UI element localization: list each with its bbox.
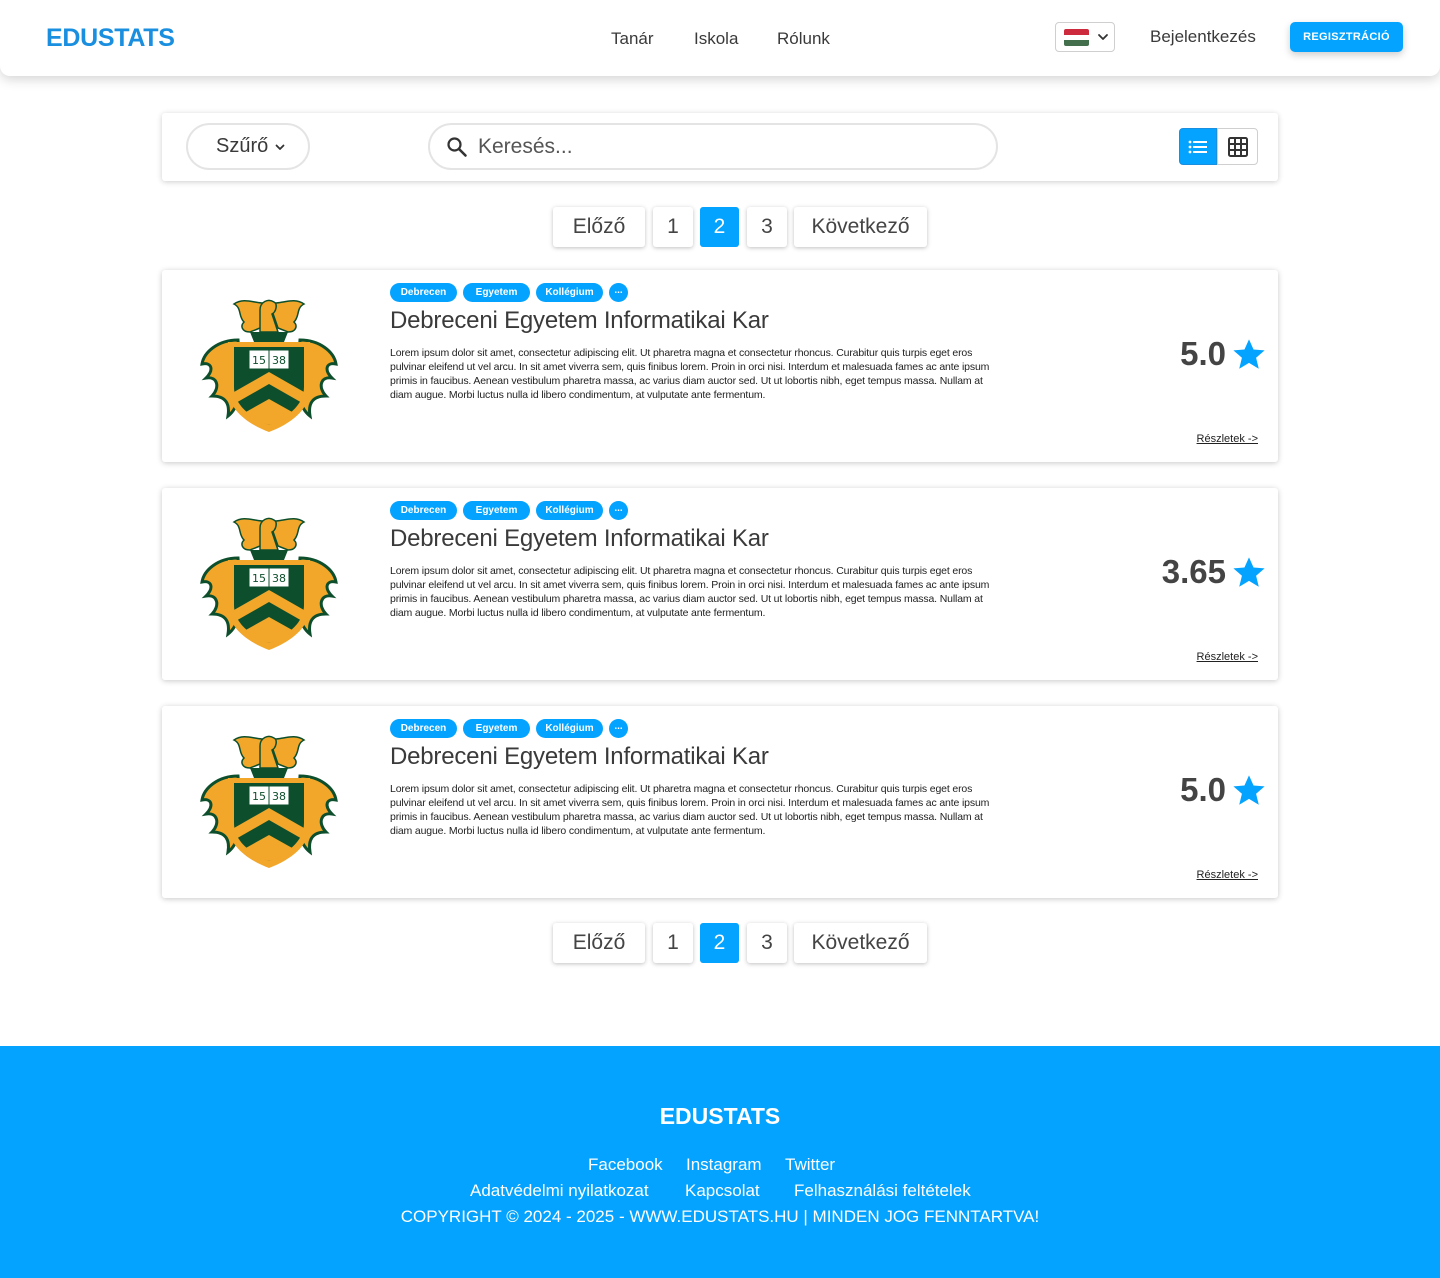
card-title[interactable]: Debreceni Egyetem Informatikai Kar: [390, 307, 769, 335]
register-button[interactable]: REGISZTRÁCIÓ: [1290, 22, 1403, 52]
university-crest-logo: [200, 734, 338, 870]
search-icon: [447, 137, 467, 157]
footer-link-terms[interactable]: Felhasználási feltételek: [794, 1181, 971, 1201]
rating-value: 3.65: [1161, 553, 1226, 590]
tag-badge[interactable]: Kollégium: [536, 501, 603, 520]
tag-badge[interactable]: Debrecen: [390, 501, 457, 520]
pagination-page-2[interactable]: 2: [700, 207, 739, 247]
list-icon: [1188, 140, 1207, 153]
tag-badge[interactable]: Egyetem: [463, 501, 530, 520]
pagination-prev-button[interactable]: Előző: [553, 207, 645, 247]
card-description: Lorem ipsum dolor sit amet, consectetur …: [390, 783, 990, 837]
card-description: Lorem ipsum dolor sit amet, consectetur …: [390, 565, 990, 619]
site-logo[interactable]: EDUSTATS: [46, 24, 175, 53]
pagination-next-button[interactable]: Következő: [794, 923, 927, 963]
pagination-top: Előző 1 2 3 Következő: [0, 207, 1440, 247]
school-card[interactable]: Debrecen Egyetem Kollégium ... Debreceni…: [162, 270, 1278, 462]
language-selector[interactable]: [1055, 22, 1115, 52]
nav-link-about[interactable]: Rólunk: [777, 29, 830, 49]
nav-link-school[interactable]: Iskola: [694, 29, 738, 49]
tag-badge[interactable]: Debrecen: [390, 283, 457, 302]
university-crest-logo: [200, 298, 338, 434]
pagination-page-3[interactable]: 3: [747, 923, 787, 963]
grid-icon: [1227, 136, 1248, 157]
filter-label: Szűrő: [216, 135, 269, 157]
more-tags-badge[interactable]: ...: [609, 501, 628, 520]
pagination-bottom: Előző 1 2 3 Következő: [0, 923, 1440, 963]
nav-link-teacher[interactable]: Tanár: [611, 29, 654, 49]
footer-link-twitter[interactable]: Twitter: [785, 1155, 835, 1175]
pagination-prev-button[interactable]: Előző: [553, 923, 645, 963]
search-box: [428, 123, 998, 170]
grid-view-button[interactable]: [1217, 128, 1258, 165]
pagination-page-1[interactable]: 1: [653, 207, 693, 247]
footer-link-privacy[interactable]: Adatvédelmi nyilatkozat: [470, 1181, 649, 1201]
rating: 5.0: [1180, 771, 1266, 808]
details-link[interactable]: Részletek ->: [1197, 433, 1258, 445]
pagination-next-button[interactable]: Következő: [794, 207, 927, 247]
chevron-down-icon: [275, 144, 285, 150]
copyright-text: COPYRIGHT © 2024 - 2025 - WWW.EDUSTATS.H…: [400, 1207, 1040, 1226]
school-card[interactable]: Debrecen Egyetem Kollégium ... Debreceni…: [162, 706, 1278, 898]
hungary-flag-icon: [1064, 29, 1089, 46]
search-toolbar: Szűrő: [162, 113, 1278, 181]
footer-link-facebook[interactable]: Facebook: [588, 1155, 663, 1175]
footer-link-contact[interactable]: Kapcsolat: [685, 1181, 760, 1201]
rating: 3.65: [1161, 553, 1266, 590]
rating-value: 5.0: [1180, 771, 1226, 808]
filter-dropdown[interactable]: Szűrő: [186, 123, 310, 170]
card-description: Lorem ipsum dolor sit amet, consectetur …: [390, 347, 990, 401]
star-icon: [1233, 556, 1265, 587]
chevron-down-icon: [1098, 34, 1108, 40]
pagination-page-1[interactable]: 1: [653, 923, 693, 963]
star-icon: [1233, 774, 1265, 805]
details-link[interactable]: Részletek ->: [1197, 651, 1258, 663]
card-title[interactable]: Debreceni Egyetem Informatikai Kar: [390, 743, 769, 771]
rating-value: 5.0: [1180, 335, 1226, 372]
more-tags-badge[interactable]: ...: [609, 283, 628, 302]
star-icon: [1233, 338, 1265, 369]
footer: EDUSTATS Facebook Instagram Twitter Adat…: [0, 1046, 1440, 1278]
top-navbar: EDUSTATS Tanár Iskola Rólunk Bejelentkez…: [0, 0, 1440, 76]
tag-badge[interactable]: Kollégium: [536, 719, 603, 738]
tag-badge[interactable]: Kollégium: [536, 283, 603, 302]
list-view-button[interactable]: [1179, 128, 1217, 165]
university-crest-logo: [200, 516, 338, 652]
card-title[interactable]: Debreceni Egyetem Informatikai Kar: [390, 525, 769, 553]
tag-badge[interactable]: Debrecen: [390, 719, 457, 738]
more-tags-badge[interactable]: ...: [609, 719, 628, 738]
footer-link-instagram[interactable]: Instagram: [686, 1155, 762, 1175]
details-link[interactable]: Részletek ->: [1197, 869, 1258, 881]
search-input[interactable]: [478, 133, 978, 160]
tag-badge[interactable]: Egyetem: [463, 283, 530, 302]
login-link[interactable]: Bejelentkezés: [1150, 27, 1256, 47]
pagination-page-2[interactable]: 2: [700, 923, 739, 963]
footer-logo[interactable]: EDUSTATS: [0, 1103, 1440, 1130]
pagination-page-3[interactable]: 3: [747, 207, 787, 247]
rating: 5.0: [1180, 335, 1266, 372]
school-card[interactable]: Debrecen Egyetem Kollégium ... Debreceni…: [162, 488, 1278, 680]
tag-badge[interactable]: Egyetem: [463, 719, 530, 738]
